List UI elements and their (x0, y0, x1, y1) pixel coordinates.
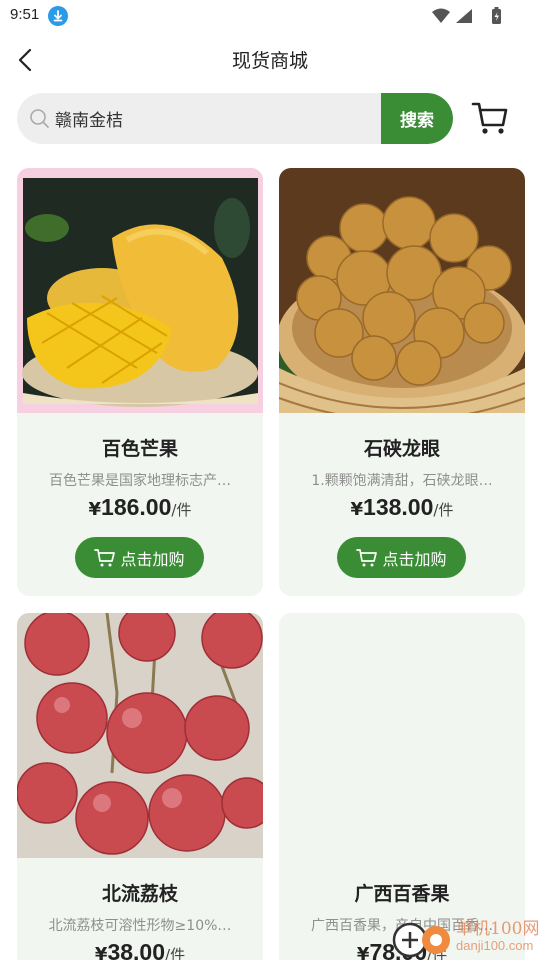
product-image-mango (17, 168, 263, 413)
download-icon (48, 6, 68, 26)
add-to-cart-button[interactable]: 点击加购 (75, 537, 204, 578)
watermark-logo-icon (392, 922, 450, 958)
watermark: 单机100网 danji100.com (390, 912, 540, 960)
price-unit: /件 (171, 501, 192, 519)
price-unit: /件 (433, 501, 454, 519)
search-icon (30, 109, 49, 128)
product-price: ¥138.00/件 (279, 494, 525, 521)
currency-symbol: ¥ (350, 499, 364, 520)
product-card-lychee[interactable]: 北流荔枝 北流荔枝可溶性形物≥10%… ¥38.00/件 (17, 613, 263, 960)
currency-symbol: ¥ (356, 944, 370, 960)
wifi-icon (432, 8, 450, 23)
cart-icon (94, 548, 116, 566)
product-name: 石硖龙眼 (363, 438, 440, 460)
battery-icon (492, 7, 501, 24)
product-name: 广西百香果 (354, 883, 450, 905)
shopping-cart-icon[interactable] (470, 98, 510, 138)
product-description: 北流荔枝可溶性形物≥10%… (48, 918, 232, 934)
currency-symbol: ¥ (88, 499, 102, 520)
status-bar: 9:51 (0, 0, 540, 32)
page-title: 现货商城 (231, 50, 308, 72)
product-name: 北流荔枝 (101, 883, 178, 905)
system-icons (430, 6, 510, 26)
search-bar: 搜索 (17, 93, 453, 144)
search-input[interactable] (55, 93, 375, 144)
price-value: 138.00 (363, 494, 434, 520)
product-price: ¥186.00/件 (17, 494, 263, 521)
add-to-cart-label: 点击加购 (120, 549, 185, 569)
product-name: 百色芒果 (101, 438, 178, 460)
product-card-passionfruit[interactable]: 广西百香果 广西百香果，产自中国百香… ¥78.00/件 (279, 613, 525, 960)
status-time: 9:51 (10, 6, 40, 23)
product-description: 百色芒果是国家地理标志产… (49, 473, 231, 489)
price-value: 186.00 (101, 494, 172, 520)
cart-icon (356, 548, 378, 566)
watermark-text: 单机100网 (456, 919, 540, 939)
product-image-longan (279, 168, 525, 422)
add-to-cart-button[interactable]: 点击加购 (337, 537, 466, 578)
product-price: ¥38.00/件 (17, 939, 263, 960)
product-card-longan[interactable]: 石硖龙眼 1.颗颗饱满清甜，石硖龙眼… ¥138.00/件 点击加购 (279, 168, 525, 596)
product-card-mango[interactable]: 百色芒果 百色芒果是国家地理标志产… ¥186.00/件 点击加购 (17, 168, 263, 596)
price-unit: /件 (165, 946, 186, 960)
cart-button[interactable] (470, 98, 510, 138)
add-to-cart-label: 点击加购 (382, 549, 447, 569)
watermark-url: danji100.com (456, 938, 534, 953)
product-description: 1.颗颗饱满清甜，石硖龙眼… (311, 473, 493, 489)
price-value: 38.00 (107, 939, 166, 960)
product-image-passionfruit (279, 613, 525, 858)
product-image-lychee (17, 613, 263, 858)
signal-icon (456, 9, 472, 23)
header: 现货商城 (0, 32, 540, 88)
search-button[interactable]: 搜索 (381, 93, 453, 144)
currency-symbol: ¥ (94, 944, 108, 960)
